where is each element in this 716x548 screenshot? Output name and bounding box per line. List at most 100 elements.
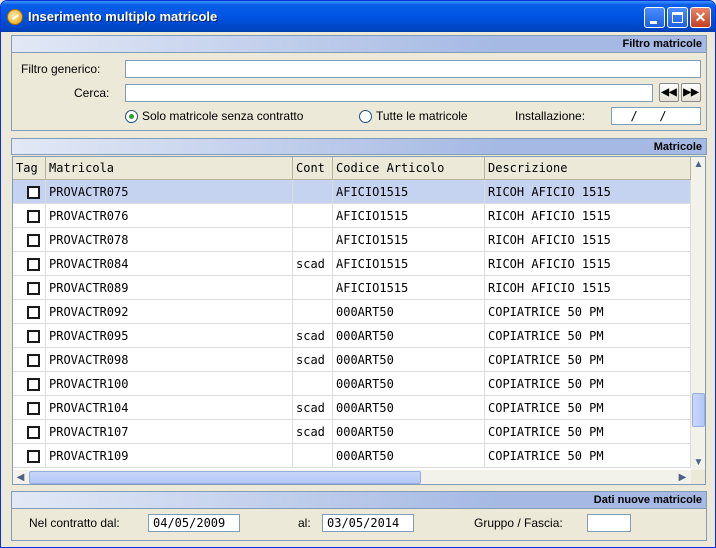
gruppo-fascia-field[interactable] (587, 514, 631, 532)
cont-cell: scad (293, 324, 333, 348)
descrizione-cell: COPIATRICE 50 PM (485, 372, 691, 396)
matricola-cell: PROVACTR104 (46, 396, 293, 420)
installazione-label: Installazione: (515, 109, 586, 123)
tag-cell (13, 324, 46, 348)
cont-cell (293, 372, 333, 396)
col-matricola-header[interactable]: Matricola (46, 157, 293, 180)
horizontal-scrollbar[interactable]: ◀ ▶ (13, 470, 691, 484)
table-row[interactable]: PROVACTR075 AFICIO1515 RICOH AFICIO 1515 (13, 180, 691, 204)
contratto-dal-field[interactable]: 04/05/2009 (148, 514, 240, 532)
codice-cell: 000ART50 (333, 444, 485, 468)
descrizione-cell: COPIATRICE 50 PM (485, 420, 691, 444)
al-field[interactable]: 03/05/2014 (322, 514, 414, 532)
codice-cell: AFICIO1515 (333, 204, 485, 228)
tag-checkbox[interactable] (27, 234, 40, 247)
tag-checkbox[interactable] (27, 450, 40, 463)
tag-checkbox[interactable] (27, 210, 40, 223)
matricola-cell: PROVACTR109 (46, 444, 293, 468)
vertical-scrollbar[interactable]: ▲ ▼ (691, 157, 705, 470)
close-button[interactable]: ✕ (690, 7, 711, 28)
tag-checkbox[interactable] (27, 186, 40, 199)
grid-header: Tag Matricola Cont Codice Articolo Descr… (13, 157, 691, 180)
tag-checkbox[interactable] (27, 354, 40, 367)
tag-checkbox[interactable] (27, 330, 40, 343)
matricola-cell: PROVACTR089 (46, 276, 293, 300)
tag-checkbox[interactable] (27, 282, 40, 295)
table-row[interactable]: PROVACTR098 scad 000ART50 COPIATRICE 50 PM (13, 348, 691, 372)
table-row[interactable]: PROVACTR104 scad 000ART50 COPIATRICE 50 PM (13, 396, 691, 420)
table-row[interactable]: PROVACTR084 scad AFICIO1515 RICOH AFICIO 15… (13, 252, 691, 276)
tag-checkbox[interactable] (27, 258, 40, 271)
new-data-panel: Dati nuove matricole Nel contratto dal: … (11, 491, 707, 541)
filter-section-header: Filtro matricole (12, 36, 706, 53)
table-row[interactable]: PROVACTR078 AFICIO1515 RICOH AFICIO 1515 (13, 228, 691, 252)
gruppo-fascia-label: Gruppo / Fascia: (474, 516, 563, 530)
codice-cell: 000ART50 (333, 324, 485, 348)
radio-tutte[interactable] (359, 110, 372, 123)
scroll-left-icon[interactable]: ◀ (13, 470, 28, 484)
tag-cell (13, 300, 46, 324)
tag-checkbox[interactable] (27, 306, 40, 319)
installazione-field[interactable]: / / (611, 107, 701, 125)
scroll-up-icon[interactable]: ▲ (691, 157, 705, 172)
tag-cell (13, 444, 46, 468)
contratto-dal-label: Nel contratto dal: (29, 516, 120, 530)
codice-cell: 000ART50 (333, 396, 485, 420)
codice-cell: AFICIO1515 (333, 180, 485, 204)
radio-senza-contratto-label[interactable]: Solo matricole senza contratto (142, 109, 303, 123)
generic-filter-label: Filtro generico: (21, 62, 101, 76)
dialog-window: Inserimento multiplo matricole ✕ Filtro … (0, 0, 716, 548)
descrizione-cell: RICOH AFICIO 1515 (485, 252, 691, 276)
col-descrizione-header[interactable]: Descrizione (485, 157, 691, 180)
search-label: Cerca: (74, 86, 110, 100)
descrizione-cell: COPIATRICE 50 PM (485, 444, 691, 468)
radio-tutte-label[interactable]: Tutte le matricole (376, 109, 468, 123)
cont-cell (293, 228, 333, 252)
tag-checkbox[interactable] (27, 378, 40, 391)
tag-checkbox[interactable] (27, 426, 40, 439)
table-row[interactable]: PROVACTR076 AFICIO1515 RICOH AFICIO 1515 (13, 204, 691, 228)
title-bar[interactable]: Inserimento multiplo matricole ✕ (1, 1, 715, 32)
col-tag-header[interactable]: Tag (13, 157, 46, 180)
descrizione-cell: COPIATRICE 50 PM (485, 324, 691, 348)
cont-cell: scad (293, 420, 333, 444)
cont-cell (293, 276, 333, 300)
minimize-button[interactable] (644, 7, 665, 28)
col-codice-header[interactable]: Codice Articolo (333, 157, 485, 180)
table-row[interactable]: PROVACTR089 AFICIO1515 RICOH AFICIO 1515 (13, 276, 691, 300)
maximize-button[interactable] (667, 7, 688, 28)
vertical-scroll-thumb[interactable] (692, 393, 705, 427)
cont-cell: scad (293, 396, 333, 420)
matricola-cell: PROVACTR075 (46, 180, 293, 204)
minimize-icon (650, 21, 657, 24)
descrizione-cell: COPIATRICE 50 PM (485, 348, 691, 372)
tag-cell (13, 180, 46, 204)
table-row[interactable]: PROVACTR100 000ART50 COPIATRICE 50 PM (13, 372, 691, 396)
codice-cell: 000ART50 (333, 372, 485, 396)
filter-panel: Filtro matricole Filtro generico: Cerca:… (11, 35, 707, 131)
tag-cell (13, 228, 46, 252)
matricola-cell: PROVACTR098 (46, 348, 293, 372)
col-cont-header[interactable]: Cont (293, 157, 333, 180)
table-row[interactable]: PROVACTR095 scad 000ART50 COPIATRICE 50 PM (13, 324, 691, 348)
tag-cell (13, 276, 46, 300)
scroll-down-icon[interactable]: ▼ (691, 455, 705, 470)
codice-cell: AFICIO1515 (333, 276, 485, 300)
horizontal-scroll-thumb[interactable] (29, 471, 421, 484)
scroll-right-icon[interactable]: ▶ (675, 470, 690, 484)
table-row[interactable]: PROVACTR092 000ART50 COPIATRICE 50 PM (13, 300, 691, 324)
table-row[interactable]: PROVACTR109 000ART50 COPIATRICE 50 PM (13, 444, 691, 468)
radio-senza-contratto[interactable] (125, 110, 138, 123)
matricole-section-header: Matricole (11, 138, 707, 155)
tag-cell (13, 396, 46, 420)
cont-cell (293, 300, 333, 324)
codice-cell: 000ART50 (333, 348, 485, 372)
search-prev-button[interactable]: ◀◀ (659, 83, 679, 102)
tag-checkbox[interactable] (27, 402, 40, 415)
cont-cell (293, 444, 333, 468)
table-row[interactable]: PROVACTR107 scad 000ART50 COPIATRICE 50 PM (13, 420, 691, 444)
search-input[interactable] (125, 84, 653, 102)
search-next-button[interactable]: ▶▶ (681, 83, 701, 102)
generic-filter-input[interactable] (125, 60, 701, 78)
descrizione-cell: RICOH AFICIO 1515 (485, 276, 691, 300)
